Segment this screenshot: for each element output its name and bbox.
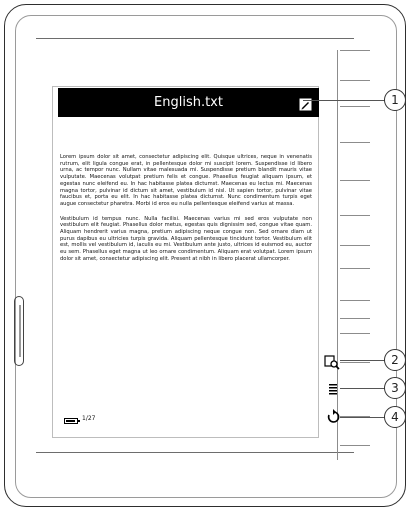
title-bar: English.txt	[58, 88, 319, 117]
side-button-divider	[340, 50, 370, 51]
battery-level	[66, 420, 75, 422]
callout-1: 1	[384, 89, 406, 111]
side-button-divider	[340, 245, 370, 246]
callout-leader-1	[303, 100, 385, 101]
document-title: English.txt	[154, 95, 223, 110]
side-button-divider	[340, 215, 370, 216]
side-button-divider	[340, 333, 370, 334]
side-button-divider	[340, 362, 370, 363]
callout-3: 3	[384, 377, 406, 399]
side-button-divider	[340, 268, 370, 269]
battery-icon	[64, 418, 80, 424]
callout-4: 4	[384, 406, 406, 428]
side-button-divider	[340, 180, 370, 181]
bezel-bottom-line	[36, 452, 354, 453]
callout-leader-2	[340, 360, 385, 361]
menu-lines-icon[interactable]	[326, 381, 342, 397]
bezel-top-line	[36, 38, 354, 39]
side-button-divider	[340, 142, 370, 143]
paragraph-1: Lorem ipsum dolor sit amet, consectetur …	[60, 154, 312, 207]
side-button-divider	[340, 106, 370, 107]
page-indicator: 1/27	[82, 415, 96, 422]
side-button-rail	[337, 50, 338, 460]
text-content: Lorem ipsum dolor sit amet, consectetur …	[60, 154, 312, 271]
edit-icon[interactable]	[299, 96, 312, 111]
callout-leader-3	[340, 388, 385, 389]
side-button-column	[340, 50, 370, 460]
callout-2: 2	[384, 349, 406, 371]
side-button-divider	[340, 80, 370, 81]
side-button-divider	[340, 445, 370, 446]
side-button-divider	[340, 318, 370, 319]
callout-leader-4	[340, 417, 385, 418]
left-side-slider[interactable]	[14, 296, 24, 366]
zoom-search-icon[interactable]	[324, 354, 340, 370]
rotate-back-icon[interactable]	[325, 409, 341, 425]
side-button-divider	[340, 300, 370, 301]
paragraph-2: Vestibulum id tempus nunc. Nulla facilis…	[60, 215, 312, 262]
left-slider-groove	[19, 305, 21, 357]
